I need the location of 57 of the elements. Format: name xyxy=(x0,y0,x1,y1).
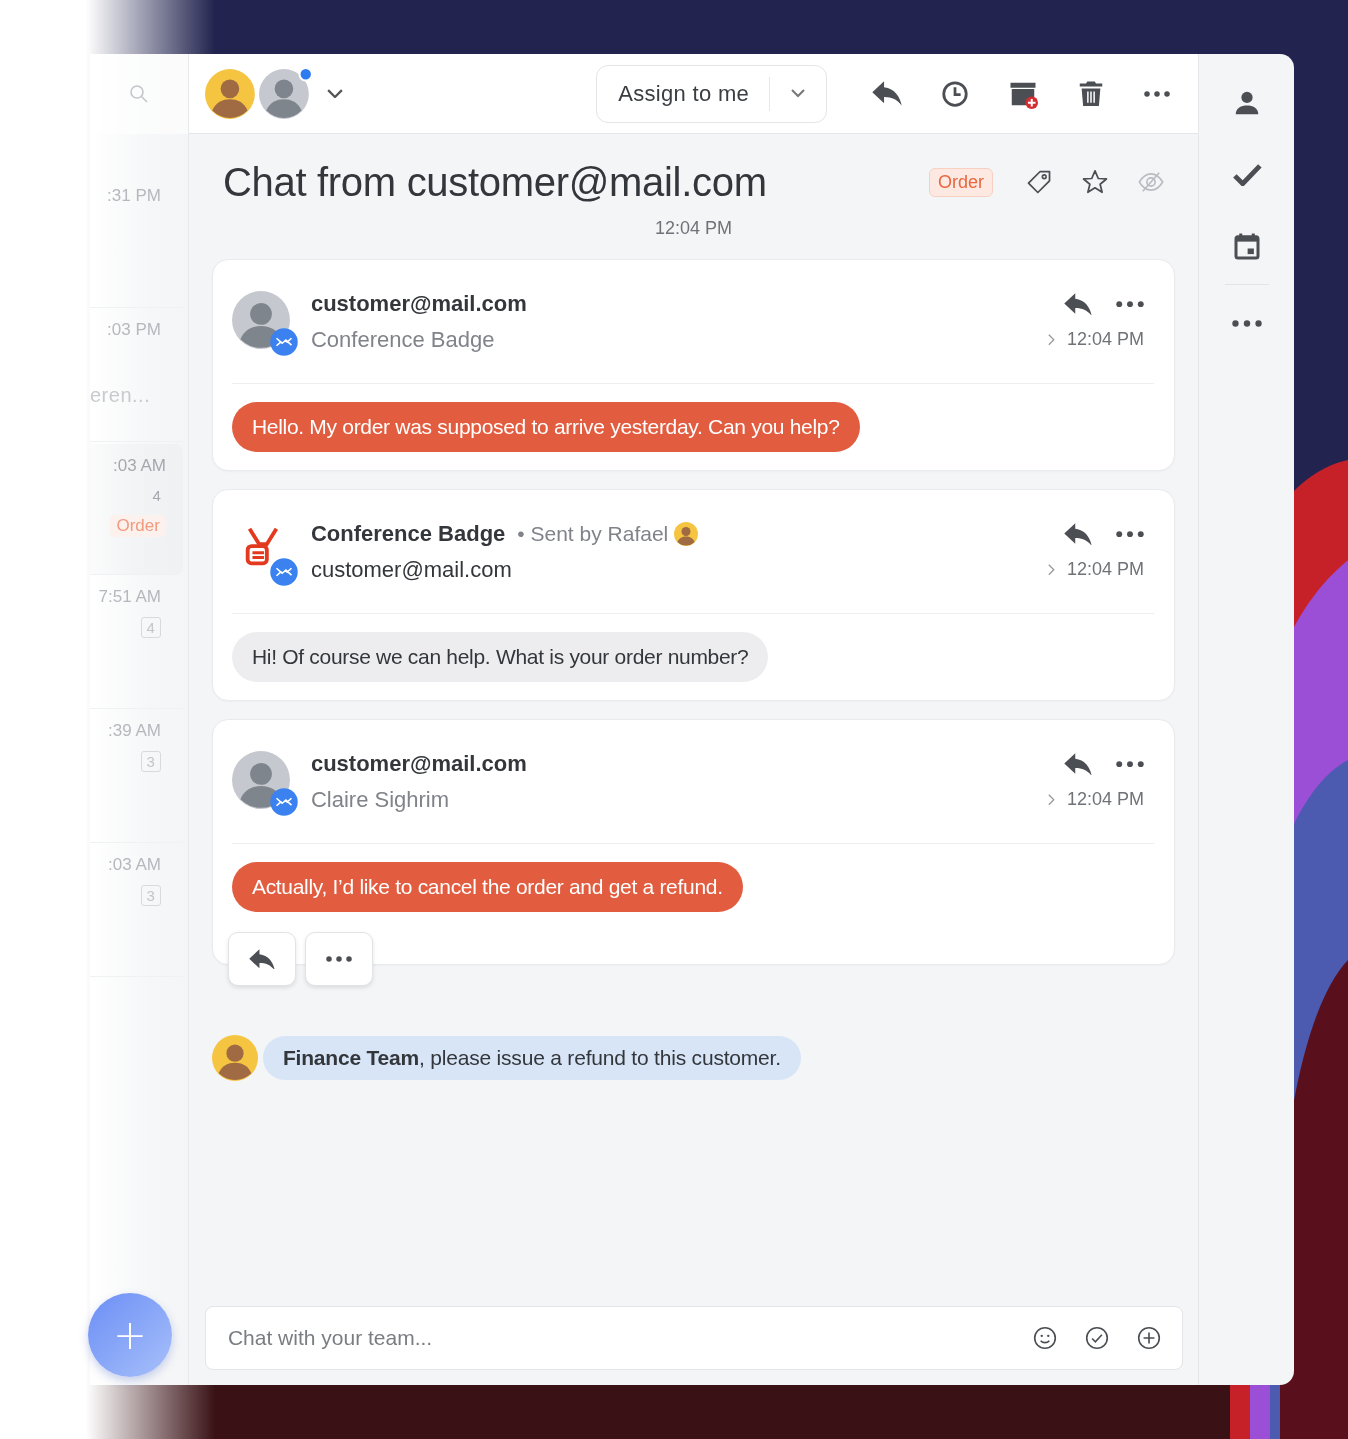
messenger-icon xyxy=(268,556,299,587)
compose-button[interactable]: + xyxy=(88,1293,172,1377)
time-label: :31 PM xyxy=(107,186,161,206)
check-icon[interactable] xyxy=(1231,163,1262,186)
more-icon[interactable] xyxy=(1144,90,1171,97)
subtitle-text: Claire Sighrim xyxy=(310,786,451,813)
more-icon[interactable] xyxy=(1116,530,1145,538)
time-label: :03 PM xyxy=(107,320,161,340)
reply-icon[interactable] xyxy=(872,81,903,106)
count-label: 4 xyxy=(151,486,162,505)
more-icon[interactable] xyxy=(1116,760,1145,768)
chevron-icon xyxy=(791,89,806,98)
clock-icon[interactable] xyxy=(940,78,971,109)
reply-icon xyxy=(248,948,275,970)
sender-name: customer@mail.com xyxy=(310,290,527,317)
time-label: 12:04 PM xyxy=(1067,789,1145,811)
message-bubble: Hello. My order was supposed to arrive yesterday. Can you help? xyxy=(231,402,860,452)
check-circle-icon[interactable] xyxy=(1084,1325,1111,1351)
note-bubble: Finance Team, please issue a refund to this customer. xyxy=(262,1036,801,1080)
sent-by-text: • Sent by Rafael xyxy=(517,521,669,546)
avatar xyxy=(211,1035,258,1081)
time-label: 12:04 PM xyxy=(1067,559,1145,581)
plus-circle-icon[interactable] xyxy=(1136,1325,1163,1351)
reply-icon[interactable] xyxy=(1064,752,1093,776)
reply-icon[interactable] xyxy=(1064,522,1093,546)
sender-name: customer@mail.com xyxy=(310,750,527,777)
tag-label: Order xyxy=(110,515,166,537)
more-icon xyxy=(325,956,352,962)
timestamp: 12:04 PM xyxy=(653,218,733,239)
sender-name: Conference Badge xyxy=(310,520,506,547)
message-bubble: Actually, I’d like to cancel the order and get a refund. xyxy=(231,862,743,912)
reply-icon[interactable] xyxy=(1064,292,1093,316)
more-icon[interactable] xyxy=(1231,319,1262,327)
time-label: :03 AM xyxy=(108,855,161,875)
time-label: :39 AM xyxy=(108,721,161,741)
messenger-icon xyxy=(268,326,299,357)
messenger-icon xyxy=(268,786,299,817)
conversation-title: Chat from customer@mail.com xyxy=(222,159,768,205)
emoji-icon[interactable] xyxy=(1032,1325,1059,1351)
avatar[interactable] xyxy=(258,66,313,121)
assign-button[interactable]: Assign to me xyxy=(597,76,771,111)
star-icon[interactable] xyxy=(1081,168,1110,196)
chat-input[interactable]: Chat with your team... xyxy=(225,1325,1007,1351)
time-label: :03 AM xyxy=(113,456,166,476)
message-bubble: Hi! Of course we can help. What is your order number? xyxy=(231,632,769,682)
message-field[interactable]: Chat with your team... xyxy=(204,1306,1184,1370)
conversation-item[interactable]: :03 AM 4 Order xyxy=(90,444,183,575)
reply-button[interactable] xyxy=(227,932,296,986)
conversation-item[interactable]: :31 PM xyxy=(90,174,183,308)
avatar xyxy=(674,521,699,546)
time-label: 7:51 AM xyxy=(98,587,161,607)
chevron-icon[interactable] xyxy=(326,88,343,99)
time-label: 12:04 PM xyxy=(1067,329,1145,351)
subtitle-text: Conference Badge xyxy=(310,326,496,353)
more-icon[interactable] xyxy=(1116,300,1145,308)
subtitle-text: customer@mail.com xyxy=(310,556,513,583)
tag-label[interactable]: Order xyxy=(929,167,994,197)
